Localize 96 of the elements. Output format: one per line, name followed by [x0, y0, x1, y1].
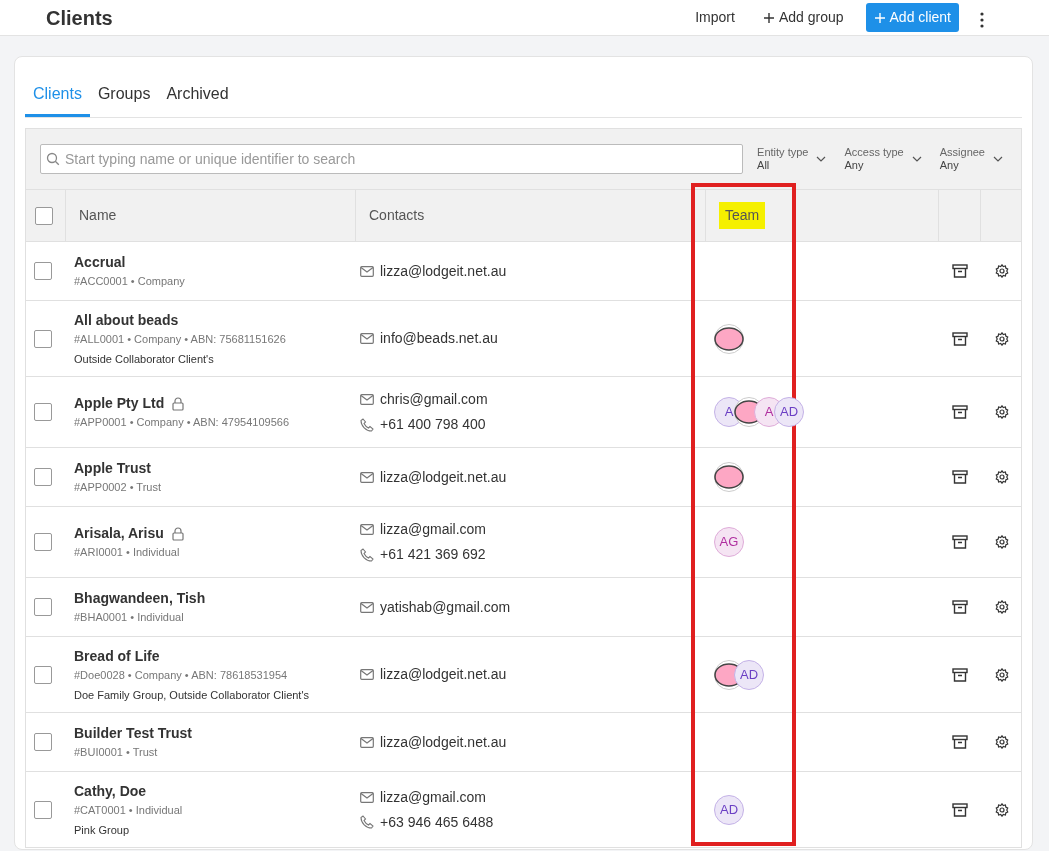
archive-icon[interactable]: [952, 331, 968, 346]
client-name[interactable]: Bread of Life: [74, 645, 160, 667]
avatar-image: [714, 323, 744, 354]
tab[interactable]: Archived: [158, 72, 237, 117]
client-details: #BUI0001 • Trust: [74, 745, 159, 761]
filter-dropdown[interactable]: Assignee Any: [935, 145, 1007, 173]
avatar-image: [714, 462, 744, 492]
plus-icon: [762, 11, 775, 24]
client-groups: Doe Family Group, Outside Collaborator Client's: [74, 687, 310, 704]
phone-icon: [360, 815, 374, 829]
email-address: lizza@lodgeit.net.au: [380, 732, 507, 752]
mail-icon: [360, 791, 374, 803]
client-details: #ACC0001 • Company: [74, 274, 185, 290]
row-checkbox[interactable]: [34, 733, 52, 751]
settings-icon[interactable]: [995, 802, 1009, 817]
settings-icon[interactable]: [995, 735, 1009, 749]
settings-icon[interactable]: [995, 405, 1009, 419]
archive-icon[interactable]: [952, 667, 968, 682]
client-details: #BHA0001 • Individual: [74, 610, 185, 626]
email-address: info@beads.net.au: [380, 329, 498, 348]
client-details: #APP0001 • Company • ABN: 47954109566: [74, 415, 290, 431]
row-checkbox[interactable]: [34, 262, 52, 280]
client-details: #ARI0001 • Individual: [74, 545, 181, 561]
phone-number: +63 946 465 6488: [380, 812, 494, 832]
client-name[interactable]: Apple Trust: [74, 458, 151, 480]
row-checkbox[interactable]: [34, 665, 52, 684]
search-field[interactable]: Start typing name or unique identifier to search: [40, 144, 744, 174]
archive-icon[interactable]: [952, 802, 968, 817]
archive-icon[interactable]: [952, 405, 968, 419]
email-address: yatishab@gmail.com: [380, 597, 511, 617]
avatar: AD: [714, 794, 744, 825]
settings-icon[interactable]: [995, 535, 1009, 549]
client-name[interactable]: Apple Pty Ltd: [74, 393, 165, 415]
mail-icon: [360, 265, 374, 277]
email-address: lizza@gmail.com: [380, 520, 486, 539]
avatar: AD: [734, 659, 764, 690]
client-details: #ALL0001 • Company • ABN: 75681151626: [74, 331, 286, 347]
archive-icon[interactable]: [952, 264, 968, 278]
email-address: lizza@lodgeit.net.au: [380, 467, 507, 487]
client-name[interactable]: All about beads: [74, 309, 179, 331]
client-groups: Outside Collaborator Client's: [74, 351, 286, 368]
import-button[interactable]: Import: [689, 5, 741, 30]
email-address: lizza@lodgeit.net.au: [380, 261, 507, 281]
row-checkbox[interactable]: [34, 403, 52, 421]
plus-icon: [873, 11, 886, 24]
chevron-down-icon: [911, 156, 922, 162]
client-details: #Doe0028 • Company • ABN: 78618531954: [74, 667, 289, 683]
chevron-down-icon: [816, 156, 827, 162]
mail-icon: [360, 524, 374, 535]
client-details: #APP0002 • Trust: [74, 480, 161, 496]
phone-icon: [360, 547, 374, 562]
avatar: AG: [714, 527, 744, 557]
tab[interactable]: Groups: [89, 72, 159, 117]
column-header: Team: [719, 202, 766, 229]
mail-icon: [360, 736, 374, 748]
client-details: #CAT0001 • Individual: [74, 802, 183, 818]
row-checkbox[interactable]: [34, 800, 52, 819]
settings-icon[interactable]: [995, 600, 1009, 614]
client-groups: Pink Group: [74, 822, 183, 839]
column-header: Contacts: [369, 206, 425, 225]
settings-icon[interactable]: [995, 667, 1009, 682]
client-name[interactable]: Builder Test Trust: [74, 723, 192, 745]
client-name[interactable]: Bhagwandeen, Tish: [74, 588, 206, 610]
row-checkbox[interactable]: [34, 468, 52, 486]
email-address: chris@gmail.com: [380, 390, 488, 409]
archive-icon[interactable]: [952, 600, 968, 614]
client-name[interactable]: Arisala, Arisu: [74, 523, 164, 545]
add-group-button[interactable]: Add group: [756, 5, 850, 30]
row-checkbox[interactable]: [34, 533, 52, 551]
phone-icon: [360, 417, 374, 432]
mail-icon: [360, 333, 374, 344]
settings-icon[interactable]: [995, 470, 1009, 484]
archive-icon[interactable]: [952, 735, 968, 749]
column-header: Name: [79, 206, 117, 225]
phone-number: +61 421 369 692: [380, 545, 486, 564]
client-name[interactable]: Accrual: [74, 252, 126, 274]
archive-icon[interactable]: [952, 535, 968, 549]
row-checkbox[interactable]: [34, 329, 52, 348]
email-address: lizza@lodgeit.net.au: [380, 665, 507, 684]
client-name[interactable]: Cathy, Doe: [74, 780, 147, 802]
email-address: lizza@gmail.com: [380, 787, 486, 807]
mail-icon: [360, 601, 374, 613]
filter-dropdown[interactable]: Entity type All: [753, 145, 831, 173]
settings-icon[interactable]: [995, 331, 1009, 346]
mail-icon: [360, 394, 374, 405]
mail-icon: [360, 471, 374, 483]
chevron-down-icon: [993, 156, 1003, 162]
row-checkbox[interactable]: [34, 598, 52, 616]
select-all-checkbox[interactable]: [35, 206, 53, 225]
page-title: Clients: [46, 5, 113, 31]
search-icon: [46, 152, 60, 166]
settings-icon[interactable]: [995, 264, 1009, 278]
filter-dropdown[interactable]: Access type Any: [840, 145, 926, 173]
phone-number: +61 400 798 400: [380, 415, 486, 434]
mail-icon: [360, 669, 374, 680]
archive-icon[interactable]: [952, 470, 968, 484]
